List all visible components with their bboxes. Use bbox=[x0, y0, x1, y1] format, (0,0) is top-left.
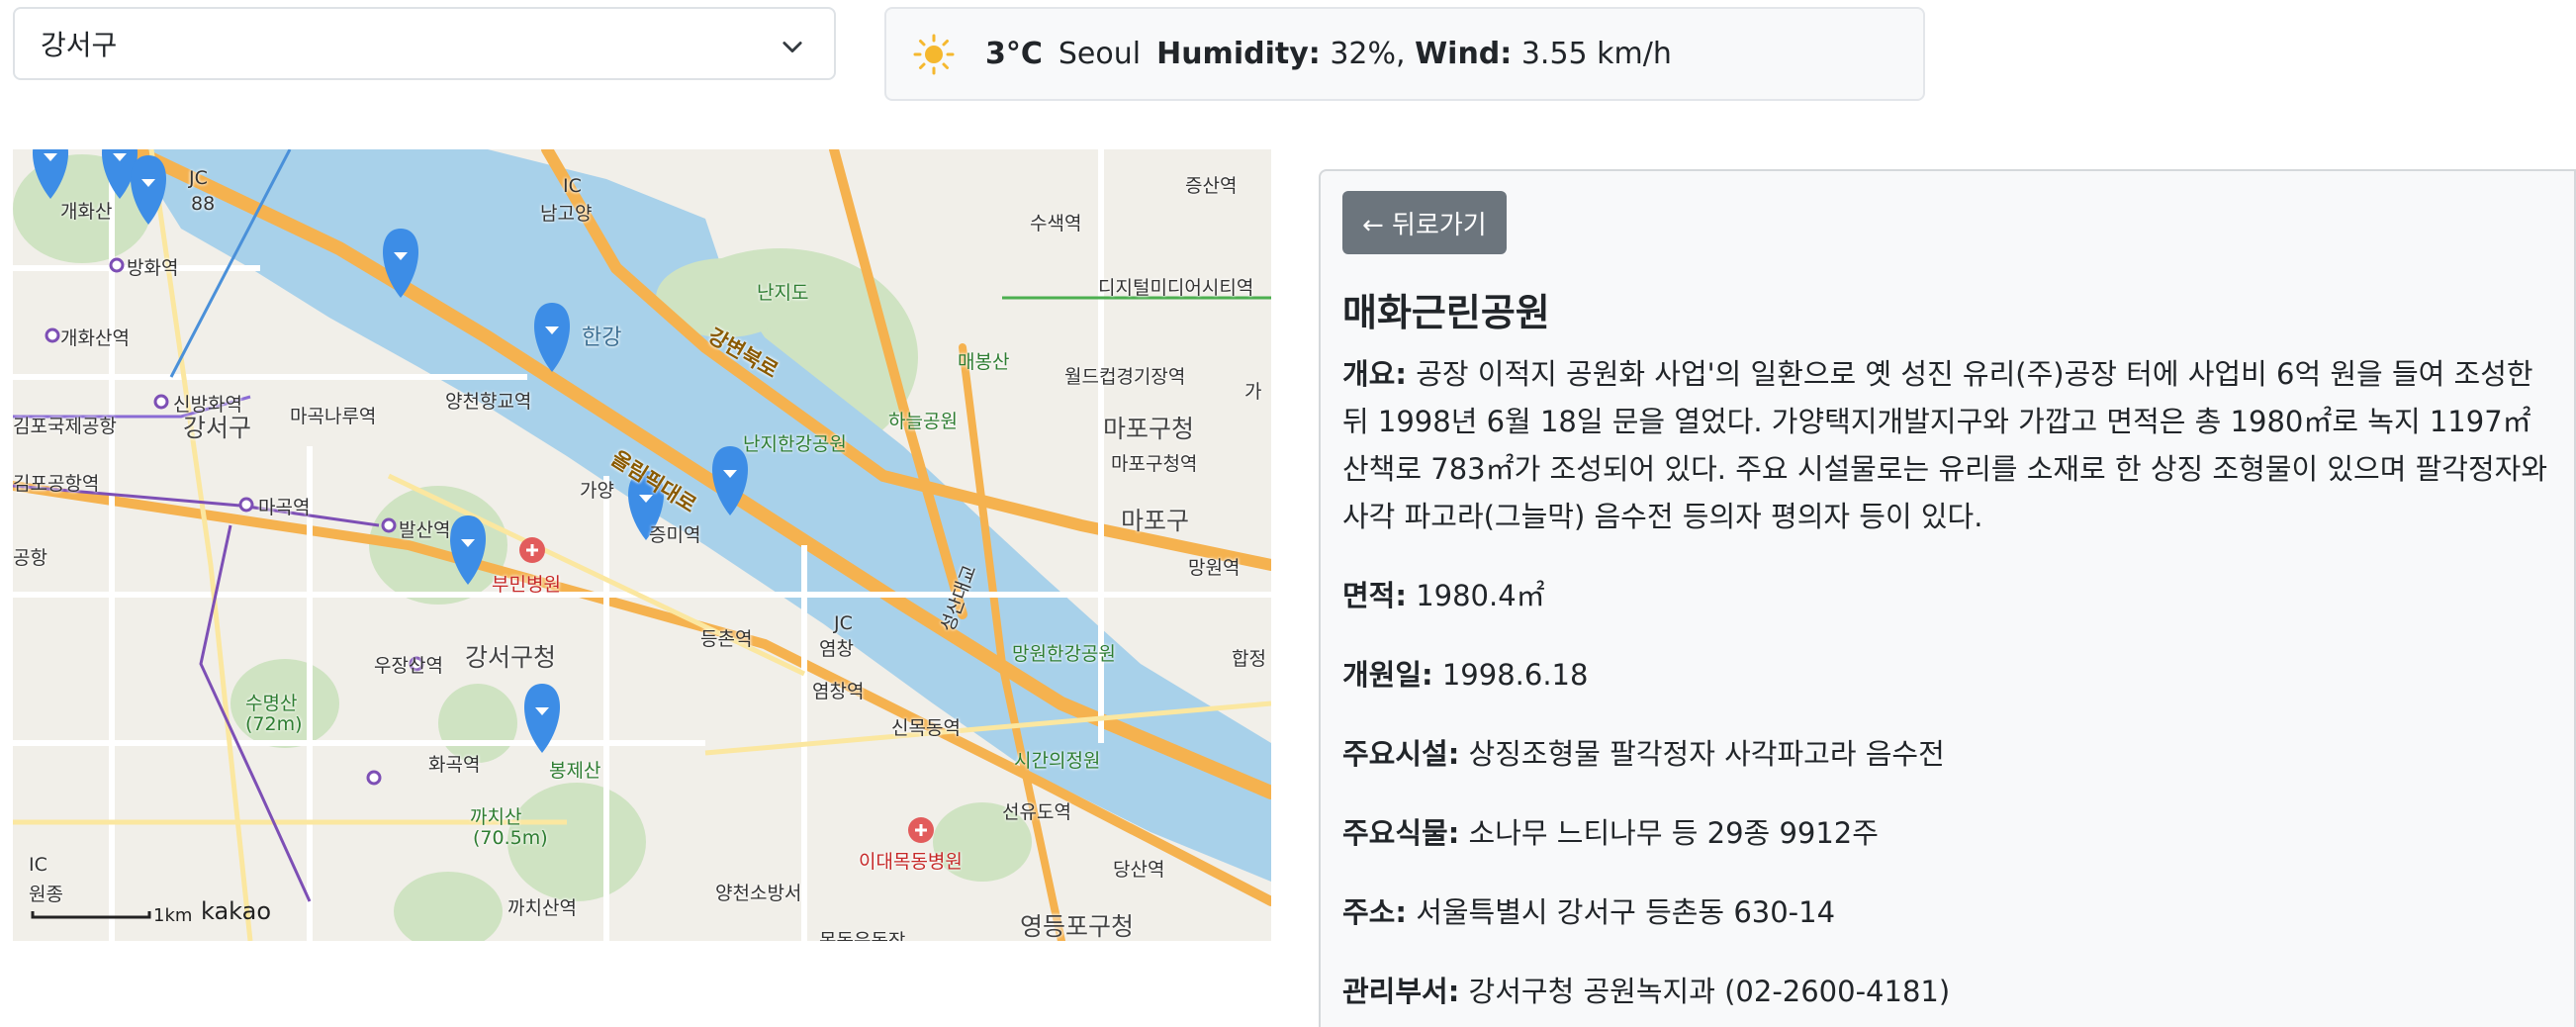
map-label: 염창 bbox=[819, 638, 854, 660]
map-label: 강서구청 bbox=[465, 643, 557, 672]
weather-temp: 3°C bbox=[985, 37, 1043, 71]
map-label: 화곡역 bbox=[428, 754, 481, 776]
map-label: 증미역 bbox=[649, 524, 701, 546]
map-label: 마포구청 bbox=[1103, 415, 1195, 443]
weather-humidity-label: Humidity: bbox=[1156, 37, 1321, 71]
detail-label: 면적: bbox=[1342, 579, 1407, 612]
map-label: 강서구 bbox=[183, 414, 252, 442]
map-label: 시간의정원 bbox=[1014, 750, 1101, 772]
detail-label: 개원일: bbox=[1342, 658, 1433, 692]
detail-label: 주요시설: bbox=[1342, 737, 1460, 771]
map-label: 88 bbox=[191, 193, 216, 215]
map-label: 개화산 bbox=[60, 201, 113, 223]
map-label: 합정 bbox=[1232, 648, 1266, 670]
detail-value: 서울특별시 강서구 등촌동 630-14 bbox=[1416, 895, 1836, 929]
detail-label: 주소: bbox=[1342, 895, 1407, 929]
detail-value: 상징조형물 팔각정자 사각파고라 음수전 bbox=[1468, 737, 1945, 771]
map-label: 방화역 bbox=[127, 257, 179, 279]
map-label: 목동운동장 bbox=[819, 930, 906, 941]
detail-value: 강서구청 공원녹지과 (02-2600-4181) bbox=[1468, 975, 1951, 1008]
detail-row-area: 면적: 1980.4㎡ bbox=[1342, 572, 2552, 619]
detail-row-address: 주소: 서울특별시 강서구 등촌동 630-14 bbox=[1342, 888, 2552, 936]
map-label: 양천향교역 bbox=[445, 391, 532, 413]
map-label: 수색역 bbox=[1030, 213, 1082, 234]
map-label: 난지한강공원 bbox=[743, 433, 847, 455]
map-label: 수명산 bbox=[245, 693, 298, 714]
park-detail-panel: ← 뒤로가기 매화근린공원 개요: 공장 이적지 공원화 사업'의 일환으로 옛… bbox=[1319, 169, 2576, 1027]
map-label: 마포구청역 bbox=[1111, 453, 1198, 475]
map-label: 하늘공원 bbox=[888, 411, 958, 432]
district-select[interactable]: 강서구 bbox=[13, 7, 836, 80]
map-label: JC bbox=[189, 167, 208, 189]
map-label: 디지털미디어시티역 bbox=[1098, 277, 1254, 299]
map-label: 망원역 bbox=[1188, 557, 1241, 579]
weather-wind-label: Wind: bbox=[1415, 37, 1513, 71]
map-label: 등촌역 bbox=[700, 628, 753, 650]
map-label: 가양 bbox=[580, 480, 614, 502]
map-label: 당산역 bbox=[1113, 859, 1165, 881]
map-label: 까치산 bbox=[470, 806, 522, 828]
detail-value: 1980.4㎡ bbox=[1416, 579, 1545, 612]
detail-value: 소나무 느티나무 등 29종 9912주 bbox=[1468, 816, 1879, 850]
map-label: 김포공항역 bbox=[13, 473, 100, 495]
map-label: 마곡나루역 bbox=[290, 406, 377, 427]
map-label: IC bbox=[563, 175, 582, 197]
chevron-down-icon bbox=[782, 42, 802, 53]
weather-wind-value: 3.55 km/h bbox=[1520, 37, 1672, 71]
weather-humidity-value: 32%, bbox=[1330, 37, 1406, 71]
map-label: JC bbox=[834, 612, 853, 634]
map-label: 양천소방서 bbox=[715, 883, 802, 904]
map-label: 신목동역 bbox=[891, 717, 961, 739]
map-label: IC bbox=[29, 854, 47, 876]
map-label: 원종 bbox=[29, 884, 63, 905]
map-label: 난지도 bbox=[757, 282, 809, 304]
map-label: 까치산역 bbox=[507, 897, 577, 919]
map-label: 한강 bbox=[582, 326, 622, 350]
back-button[interactable]: ← 뒤로가기 bbox=[1342, 191, 1507, 254]
map-scale-label: 1km bbox=[153, 905, 193, 926]
map-label: (72m) bbox=[245, 713, 303, 735]
map-label: 이대목동병원 bbox=[859, 851, 963, 873]
map-label: 남고양 bbox=[540, 203, 593, 225]
detail-label: 주요식물: bbox=[1342, 816, 1460, 850]
map-label: 개화산역 bbox=[60, 327, 130, 349]
map-label: 월드컵경기장역 bbox=[1064, 366, 1186, 388]
map-label: 발산역 bbox=[399, 519, 451, 541]
park-title: 매화근린공원 bbox=[1342, 291, 1550, 334]
map-label: 마곡역 bbox=[258, 497, 311, 518]
map-label: 매봉산 bbox=[958, 351, 1010, 373]
map-label: 영등포구청 bbox=[1020, 912, 1135, 941]
map-label: 우장산역 bbox=[374, 655, 443, 677]
kakao-logo: kakao bbox=[201, 897, 272, 925]
map-canvas[interactable] bbox=[13, 149, 1271, 941]
map-label: (70.5m) bbox=[473, 827, 548, 849]
detail-row-department: 관리부서: 강서구청 공원녹지과 (02-2600-4181) bbox=[1342, 968, 2552, 1015]
map-label: 염창역 bbox=[812, 681, 865, 702]
map-label: 증산역 bbox=[1185, 175, 1238, 197]
weather-panel: 3°C Seoul Humidity: 32%, Wind: 3.55 km/h bbox=[884, 7, 1925, 101]
map-label: 공항 bbox=[13, 547, 47, 569]
sun-icon bbox=[913, 34, 955, 74]
park-overview: 개요: 공장 이적지 공원화 사업'의 일환으로 옛 성진 유리(주)공장 터에… bbox=[1342, 350, 2552, 540]
map-label: 가 bbox=[1244, 381, 1262, 403]
map-label: 망원한강공원 bbox=[1012, 643, 1116, 665]
map-label: 선유도역 bbox=[1002, 801, 1071, 823]
map[interactable]: 개화산 방화역 개화산역 신방화역 강서구 마곡나루역 김포국제공항 김포공항역… bbox=[13, 149, 1271, 941]
detail-row-facilities: 주요시설: 상징조형물 팔각정자 사각파고라 음수전 bbox=[1342, 730, 2552, 778]
weather-city: Seoul bbox=[1058, 37, 1142, 71]
map-label: 부민병원 bbox=[492, 574, 561, 596]
district-select-value: 강서구 bbox=[41, 29, 118, 61]
overview-text: 공장 이적지 공원화 사업'의 일환으로 옛 성진 유리(주)공장 터에 사업비… bbox=[1342, 357, 2548, 533]
detail-row-opened: 개원일: 1998.6.18 bbox=[1342, 651, 2552, 699]
detail-row-plants: 주요식물: 소나무 느티나무 등 29종 9912주 bbox=[1342, 809, 2552, 857]
overview-label: 개요: bbox=[1342, 357, 1407, 391]
map-label: 봉제산 bbox=[549, 760, 601, 782]
map-label: 김포국제공항 bbox=[13, 416, 117, 437]
map-label: 마포구 bbox=[1121, 507, 1190, 535]
detail-label: 관리부서: bbox=[1342, 975, 1460, 1008]
detail-value: 1998.6.18 bbox=[1441, 658, 1589, 692]
